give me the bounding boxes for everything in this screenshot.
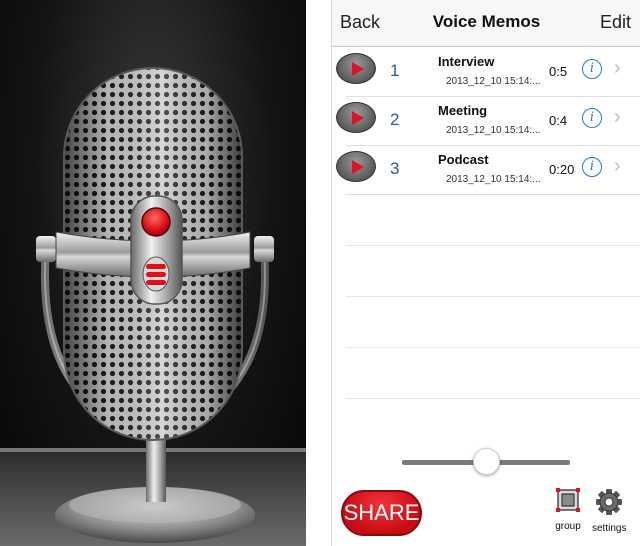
play-button[interactable]: [336, 102, 376, 133]
recorder-panel: [0, 0, 306, 546]
play-button[interactable]: [336, 53, 376, 84]
empty-row-divider: [346, 296, 640, 297]
info-icon[interactable]: i: [582, 59, 602, 79]
memo-name: Meeting: [438, 103, 488, 118]
empty-row-divider: [346, 398, 640, 399]
slider-thumb[interactable]: [473, 448, 500, 475]
memo-date: 2013_12_10 15:14:...: [446, 76, 541, 87]
play-icon: [352, 160, 364, 174]
info-icon[interactable]: i: [582, 108, 602, 128]
group-icon: [556, 488, 580, 512]
memo-date: 2013_12_10 15:14:...: [446, 125, 541, 136]
row-divider: [346, 194, 640, 195]
memo-number: 3: [390, 159, 400, 178]
back-button[interactable]: Back: [340, 12, 380, 33]
edit-button[interactable]: Edit: [600, 12, 631, 33]
memo-row[interactable]: 3 Podcast 2013_12_10 15:14:... 0:20 i ›: [332, 146, 640, 195]
memo-row[interactable]: 1 Interview 2013_12_10 15:14:... 0:5 i ›: [332, 48, 640, 97]
navigation-bar: Back Voice Memos Edit: [332, 0, 640, 47]
play-button[interactable]: [336, 151, 376, 182]
gear-icon: [596, 489, 623, 515]
play-icon: [352, 111, 364, 125]
chevron-right-icon: ›: [614, 106, 621, 128]
chevron-right-icon: ›: [614, 57, 621, 79]
microphone-illustration: [36, 67, 274, 543]
empty-row-divider: [346, 245, 640, 246]
share-label: SHARE: [343, 500, 420, 525]
memo-name: Podcast: [438, 152, 489, 167]
memo-date: 2013_12_10 15:14:...: [446, 174, 541, 185]
memo-duration: 0:4: [549, 113, 568, 128]
memos-panel: Back Voice Memos Edit 1 Interview 2013_1…: [331, 0, 640, 546]
share-button[interactable]: SHARE: [341, 490, 422, 536]
group-button[interactable]: group: [554, 488, 582, 532]
memo-duration: 0:5: [549, 64, 568, 79]
empty-row-divider: [346, 347, 640, 348]
memo-row[interactable]: 2 Meeting 2013_12_10 15:14:... 0:4 i ›: [332, 97, 640, 146]
memo-number: 1: [390, 61, 400, 80]
play-icon: [352, 62, 364, 76]
memo-number: 2: [390, 110, 400, 129]
playback-slider[interactable]: [402, 448, 570, 476]
memo-duration: 0:20: [549, 162, 575, 177]
group-label: group: [555, 521, 581, 532]
info-icon[interactable]: i: [582, 157, 602, 177]
settings-label: settings: [592, 523, 627, 534]
settings-button[interactable]: settings: [592, 488, 626, 534]
chevron-right-icon: ›: [614, 155, 621, 177]
memo-name: Interview: [438, 54, 495, 69]
